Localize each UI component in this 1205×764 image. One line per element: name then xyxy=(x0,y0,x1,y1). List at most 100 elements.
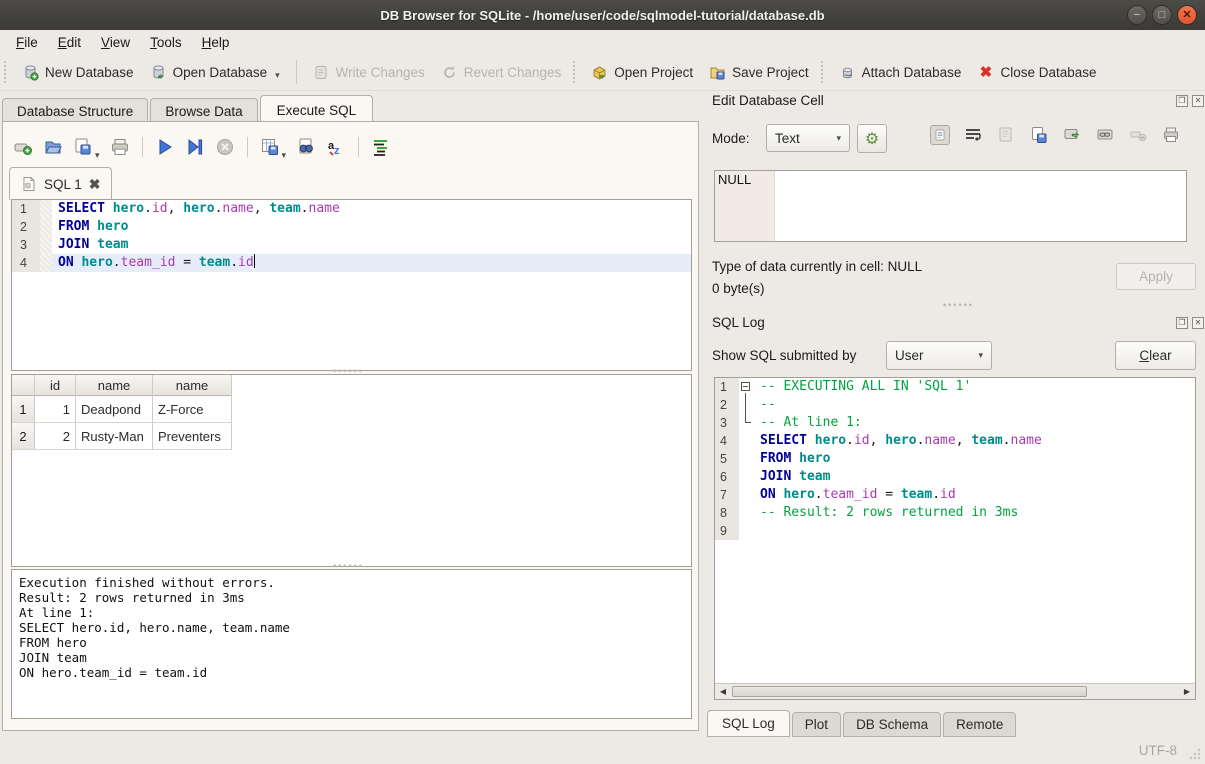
close-icon[interactable]: ✕ xyxy=(1177,5,1197,25)
menu-tools[interactable]: Tools xyxy=(140,32,192,53)
save-sql-file-icon[interactable] xyxy=(73,137,93,157)
sql-log-filter-select[interactable]: User ▾ xyxy=(886,341,992,370)
fold-margin[interactable] xyxy=(739,396,754,414)
execute-all-icon[interactable] xyxy=(155,137,175,157)
new-database-button[interactable]: New Database xyxy=(14,60,142,85)
scroll-right-icon[interactable]: ▶ xyxy=(1179,684,1195,699)
results-grid[interactable]: idnamename 11DeadpondZ-Force22Rusty-ManP… xyxy=(11,374,692,567)
save-sql-dropdown-icon[interactable]: ▾ xyxy=(95,150,100,161)
menu-file[interactable]: File xyxy=(6,32,48,53)
apply-button[interactable]: Apply xyxy=(1116,263,1196,290)
sql-editor-code[interactable]: 1SELECT hero.id, hero.name, team.name2FR… xyxy=(12,200,691,272)
code-line[interactable]: 1-- EXECUTING ALL IN 'SQL 1' xyxy=(715,378,1195,396)
table-cell[interactable]: 1 xyxy=(35,396,76,423)
menu-help[interactable]: Help xyxy=(192,32,240,53)
format-sql-icon[interactable] xyxy=(371,137,391,157)
fold-margin[interactable] xyxy=(40,236,52,254)
scroll-left-icon[interactable]: ◀ xyxy=(715,684,731,699)
fold-margin[interactable] xyxy=(739,522,754,540)
encoding-indicator[interactable]: UTF-8 xyxy=(1139,743,1177,758)
titlebar[interactable]: DB Browser for SQLite - /home/user/code/… xyxy=(0,0,1205,30)
toolbar-grip[interactable] xyxy=(573,61,579,83)
table-cell[interactable]: Z-Force xyxy=(153,396,232,423)
save-results-dropdown-icon[interactable]: ▾ xyxy=(282,150,287,161)
fold-margin[interactable] xyxy=(739,414,754,432)
fold-margin[interactable] xyxy=(40,200,52,218)
fold-margin[interactable] xyxy=(40,218,52,236)
scrollbar-thumb[interactable] xyxy=(732,686,1087,697)
apply-mode-button[interactable]: ⚙ xyxy=(857,124,887,153)
toolbar-grip[interactable] xyxy=(821,61,827,83)
fold-margin[interactable] xyxy=(739,378,754,396)
code-line[interactable]: 2-- xyxy=(715,396,1195,414)
open-external-icon[interactable] xyxy=(1062,125,1082,145)
minimize-icon[interactable]: − xyxy=(1127,5,1147,25)
tab-db-schema[interactable]: DB Schema xyxy=(843,712,941,737)
code-line[interactable]: 9 xyxy=(715,522,1195,540)
mode-select[interactable]: Text ▾ xyxy=(766,124,850,152)
sql-editor[interactable]: 1SELECT hero.id, hero.name, team.name2FR… xyxy=(11,199,692,371)
code-line[interactable]: 6JOIN team xyxy=(715,468,1195,486)
fold-margin[interactable] xyxy=(739,486,754,504)
fold-margin[interactable] xyxy=(40,254,52,272)
menu-edit[interactable]: Edit xyxy=(48,32,91,53)
table-cell[interactable]: Preventers xyxy=(153,423,232,450)
clear-log-button[interactable]: Clear xyxy=(1115,341,1196,370)
open-project-button[interactable]: Open Project xyxy=(583,60,701,85)
float-panel-icon[interactable]: ❐ xyxy=(1176,317,1188,329)
sql-log-view[interactable]: 1-- EXECUTING ALL IN 'SQL 1'2--3-- At li… xyxy=(714,377,1196,700)
import-file-icon[interactable] xyxy=(996,125,1016,145)
sql-document-tab[interactable]: SQL 1 ✖ xyxy=(9,167,112,200)
resize-grip[interactable] xyxy=(1189,748,1201,760)
maximize-icon[interactable]: □ xyxy=(1152,5,1172,25)
code-line[interactable]: 1SELECT hero.id, hero.name, team.name xyxy=(12,200,691,218)
table-cell[interactable]: Rusty-Man xyxy=(76,423,153,450)
print-icon[interactable] xyxy=(110,137,130,157)
close-sql-tab-icon[interactable]: ✖ xyxy=(89,176,101,193)
table-cell[interactable]: Deadpond xyxy=(76,396,153,423)
code-line[interactable]: 5FROM hero xyxy=(715,450,1195,468)
code-line[interactable]: 4SELECT hero.id, hero.name, team.name xyxy=(715,432,1195,450)
splitter-handle[interactable]: •••••• xyxy=(333,369,364,373)
new-sql-tab-icon[interactable] xyxy=(13,137,33,157)
revert-changes-button[interactable]: Revert Changes xyxy=(433,60,570,85)
cell-value-content[interactable] xyxy=(775,171,1186,241)
write-changes-button[interactable]: Write Changes xyxy=(305,60,433,85)
find-icon[interactable] xyxy=(296,137,316,157)
close-database-button[interactable]: ✖ Close Database xyxy=(969,60,1104,85)
code-line[interactable]: 4ON hero.team_id = team.id xyxy=(12,254,691,272)
results-grid-body[interactable]: 11DeadpondZ-Force22Rusty-ManPreventers xyxy=(12,396,691,450)
results-grid-header[interactable]: idnamename xyxy=(12,375,691,396)
close-panel-icon[interactable]: ✕ xyxy=(1192,95,1204,107)
attach-database-button[interactable]: Attach Database xyxy=(831,60,970,85)
code-line[interactable]: 2FROM hero xyxy=(12,218,691,236)
table-cell[interactable]: 2 xyxy=(35,423,76,450)
float-panel-icon[interactable]: ❐ xyxy=(1176,95,1188,107)
save-project-button[interactable]: Save Project xyxy=(701,60,817,85)
link-icon[interactable] xyxy=(1095,125,1115,145)
export-file-icon[interactable] xyxy=(1029,125,1049,145)
code-line[interactable]: 3JOIN team xyxy=(12,236,691,254)
row-header[interactable]: 1 xyxy=(12,396,35,423)
code-line[interactable]: 8-- Result: 2 rows returned in 3ms xyxy=(715,504,1195,522)
cell-value-editor[interactable]: NULL xyxy=(714,170,1187,242)
print-cell-icon[interactable] xyxy=(1161,125,1181,145)
column-header[interactable]: name xyxy=(76,375,153,396)
horizontal-scrollbar[interactable]: ◀ ▶ xyxy=(715,683,1195,699)
tab-remote[interactable]: Remote xyxy=(943,712,1016,737)
text-mode-icon[interactable] xyxy=(930,125,950,145)
tab-sql-log[interactable]: SQL Log xyxy=(707,710,790,737)
row-header[interactable]: 2 xyxy=(12,423,35,450)
column-header[interactable]: id xyxy=(35,375,76,396)
save-results-icon[interactable] xyxy=(260,137,280,157)
table-row[interactable]: 22Rusty-ManPreventers xyxy=(12,423,691,450)
column-header[interactable]: name xyxy=(153,375,232,396)
set-null-icon[interactable] xyxy=(1128,125,1148,145)
execute-line-icon[interactable] xyxy=(185,137,205,157)
word-wrap-icon[interactable] xyxy=(963,125,983,145)
splitter-handle[interactable]: •••••• xyxy=(333,564,364,568)
toolbar-grip[interactable] xyxy=(4,61,10,83)
fold-margin[interactable] xyxy=(739,450,754,468)
stop-icon[interactable] xyxy=(215,137,235,157)
open-database-dropdown-icon[interactable]: ▾ xyxy=(275,70,280,81)
